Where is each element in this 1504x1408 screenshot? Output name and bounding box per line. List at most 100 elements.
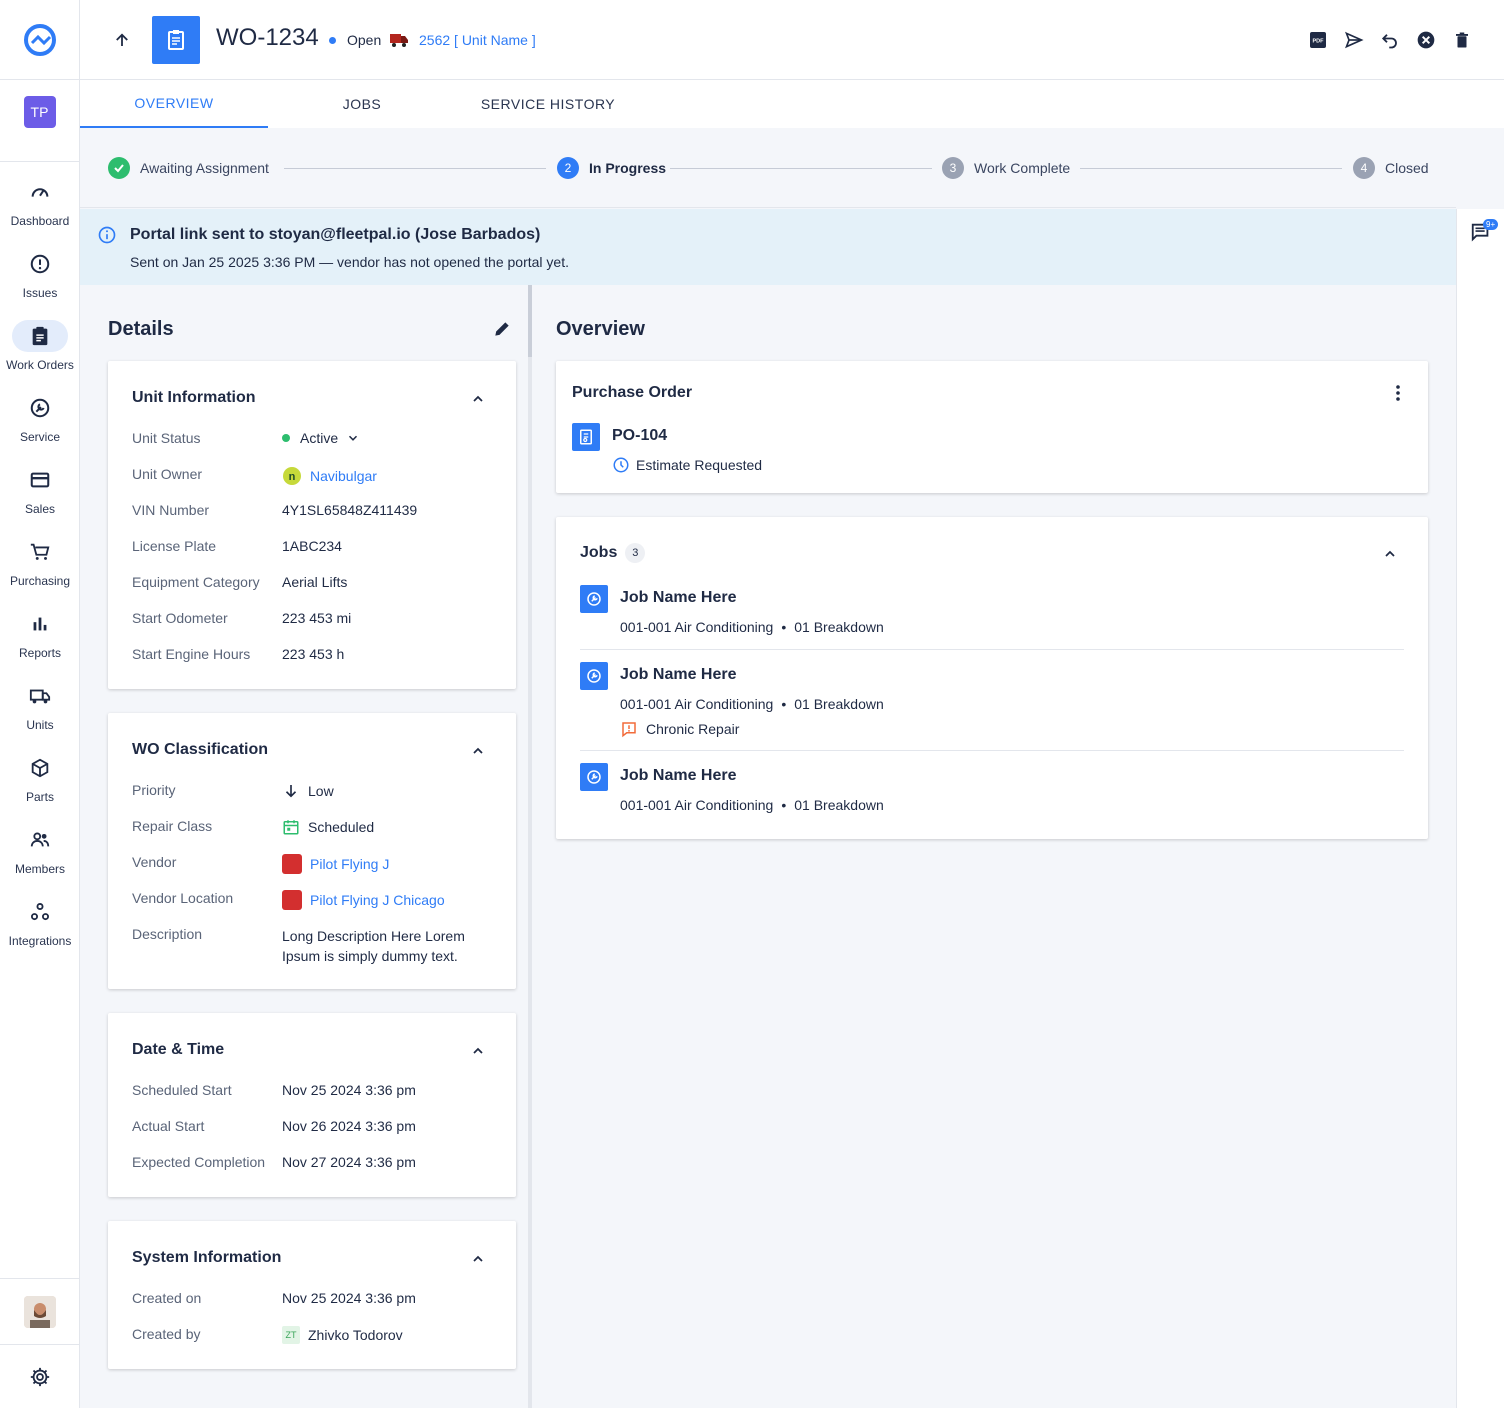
card-title: System Information — [132, 1249, 282, 1266]
nav-reports[interactable]: Reports — [0, 594, 80, 666]
check-icon — [108, 157, 130, 179]
step-number: 4 — [1353, 157, 1375, 179]
field-label: Expected Completion — [132, 1154, 266, 1170]
undo-button[interactable] — [1378, 28, 1402, 52]
gear-icon[interactable] — [29, 1366, 51, 1388]
pencil-icon — [495, 322, 509, 336]
page-title: WO-1234 — [216, 24, 319, 51]
banner-title: Portal link sent to stoyan@fleetpal.io (… — [130, 226, 541, 243]
nav-integrations[interactable]: Integrations — [0, 882, 80, 954]
nav-issues[interactable]: Issues — [0, 234, 80, 306]
chevron-up-icon — [473, 1255, 483, 1262]
scheduled-start-value: Nov 25 2024 3:36 pm — [282, 1082, 416, 1098]
collapse-button[interactable] — [1382, 546, 1398, 567]
field-label: Created on — [132, 1290, 202, 1306]
column-resize-handle[interactable] — [528, 285, 532, 1408]
field-label: Created by — [132, 1326, 201, 1342]
field-label: Unit Status — [132, 430, 201, 446]
nav-label: Issues — [22, 286, 58, 300]
field-label: Start Engine Hours — [132, 646, 251, 662]
nav-purchasing[interactable]: Purchasing — [0, 522, 80, 594]
overview-title: Overview — [556, 318, 645, 340]
job-wrench-icon — [580, 763, 608, 791]
arrow-down-icon — [285, 785, 297, 798]
chronic-repair-icon — [622, 722, 636, 738]
send-icon — [1345, 31, 1364, 49]
jobs-card: Jobs 3 Job Name Here 001-001 Air Conditi… — [556, 517, 1428, 839]
date-time-card: Date & Time Scheduled Start Nov 25 2024 … — [108, 1013, 516, 1197]
app-logo[interactable] — [0, 0, 79, 80]
field-label: License Plate — [132, 538, 217, 554]
collapse-button[interactable] — [470, 1251, 486, 1272]
tab-service-history[interactable]: SERVICE HISTORY — [454, 80, 642, 128]
card-title: WO Classification — [132, 741, 269, 758]
chevron-down-icon[interactable] — [346, 431, 360, 445]
info-icon — [98, 226, 116, 244]
field-license-plate: License Plate 1ABC234 — [132, 538, 492, 558]
clipboard-icon — [32, 326, 48, 346]
dashboard-icon — [31, 188, 49, 197]
nav-label: Integrations — [8, 934, 72, 948]
step-label: Awaiting Assignment — [140, 160, 269, 176]
pdf-button[interactable]: PDF — [1306, 28, 1330, 52]
job-item[interactable]: Job Name Here 001-001 Air Conditioning • 0… — [580, 763, 1404, 823]
job-item[interactable]: Job Name Here 001-001 Air Conditioning • 0… — [580, 585, 1404, 645]
pdf-icon: PDF — [1310, 32, 1326, 48]
user-avatar[interactable] — [24, 1295, 56, 1328]
nav-service[interactable]: Service — [0, 378, 80, 450]
unit-link[interactable]: 2562 [ Unit Name ] — [419, 32, 536, 48]
logo-icon — [23, 23, 56, 56]
bar-chart-icon — [33, 617, 47, 631]
svg-text:n: n — [289, 471, 296, 483]
step-label: Closed — [1385, 160, 1429, 176]
nav-members[interactable]: Members — [0, 810, 80, 882]
status-dot — [329, 37, 336, 44]
field-repair-class: Repair Class Scheduled — [132, 818, 492, 838]
edit-details-button[interactable] — [492, 319, 512, 344]
po-number[interactable]: PO-104 — [612, 427, 667, 445]
collapse-button[interactable] — [470, 391, 486, 412]
description-line: Ipsum is simply dummy text. — [282, 948, 458, 964]
collapse-button[interactable] — [470, 1043, 486, 1064]
field-description: Description Long Description Here Lorem … — [132, 926, 492, 966]
nav-dashboard[interactable]: Dashboard — [0, 162, 80, 234]
unit-status-value[interactable]: Active — [300, 430, 338, 446]
cancel-icon — [1417, 31, 1435, 49]
step-label: In Progress — [589, 160, 667, 176]
send-button[interactable] — [1342, 28, 1366, 52]
step-work-complete: 3 Work Complete — [942, 157, 1070, 179]
repair-class-value: Scheduled — [308, 819, 375, 835]
nav-sales[interactable]: Sales — [0, 450, 80, 522]
chevron-up-icon — [473, 395, 483, 402]
plate-value: 1ABC234 — [282, 538, 342, 554]
unit-owner-link[interactable]: Navibulgar — [310, 468, 377, 484]
status-dot-green — [282, 434, 290, 442]
nav-label: Parts — [25, 790, 54, 804]
field-scheduled-start: Scheduled Start Nov 25 2024 3:36 pm — [132, 1082, 492, 1102]
user-initials-avatar: ZT — [282, 1326, 300, 1344]
nav-parts[interactable]: Parts — [0, 738, 80, 810]
vendor-location-link[interactable]: Pilot Flying J Chicago — [310, 892, 445, 908]
field-label: Vendor — [132, 854, 177, 870]
card-title: Jobs 3 — [580, 543, 646, 563]
field-label: Unit Owner — [132, 466, 203, 482]
cancel-button[interactable] — [1414, 28, 1438, 52]
nav-label: Reports — [18, 646, 62, 660]
tab-overview[interactable]: OVERVIEW — [80, 80, 268, 128]
tab-bar: OVERVIEW JOBS SERVICE HISTORY — [80, 80, 1504, 128]
collapse-button[interactable] — [470, 743, 486, 764]
nav-units[interactable]: Units — [0, 666, 80, 738]
workspace-badge[interactable]: TP — [23, 96, 56, 128]
more-options-button[interactable] — [1390, 383, 1406, 408]
job-item[interactable]: Job Name Here 001-001 Air Conditioning • 0… — [580, 662, 1404, 752]
jobs-count: 3 — [625, 543, 646, 563]
back-button[interactable] — [108, 26, 136, 54]
delete-button[interactable] — [1450, 28, 1474, 52]
vendor-link[interactable]: Pilot Flying J — [310, 856, 389, 872]
chevron-up-icon — [473, 747, 483, 754]
tab-jobs[interactable]: JOBS — [268, 80, 456, 128]
nav-label: Purchasing — [9, 574, 71, 588]
step-label: Work Complete — [974, 160, 1071, 176]
right-rail: 9+ — [1456, 209, 1504, 1408]
nav-work-orders[interactable]: Work Orders — [0, 306, 80, 378]
